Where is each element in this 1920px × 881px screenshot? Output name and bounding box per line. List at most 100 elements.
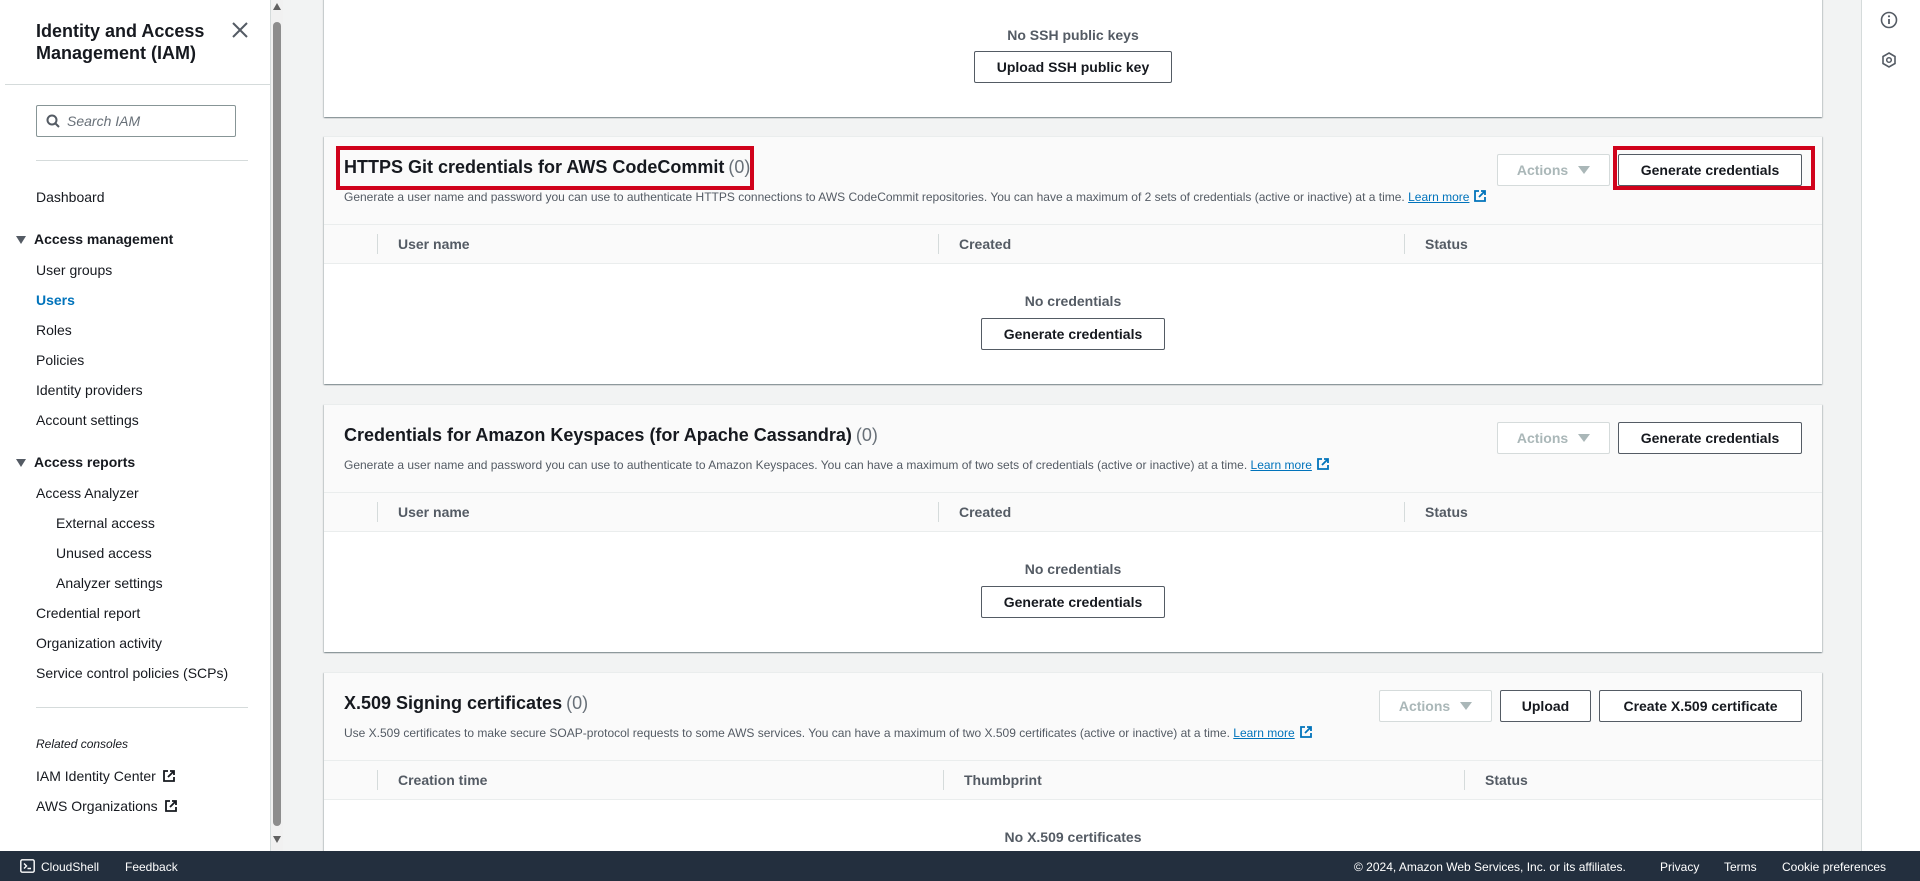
learn-more-link[interactable]: Learn more xyxy=(1408,190,1469,204)
description-text: Generate a user name and password you ca… xyxy=(344,458,1248,472)
description-text: Use X.509 certificates to make secure SO… xyxy=(344,726,1230,740)
nav-access-analyzer[interactable]: Access Analyzer xyxy=(36,485,139,501)
nav-section-label: Access reports xyxy=(34,454,136,470)
column-header[interactable]: Status xyxy=(1425,504,1468,520)
column-divider xyxy=(1404,234,1405,254)
caret-down-icon xyxy=(1578,434,1591,442)
copyright-text: © 2024, Amazon Web Services, Inc. or its… xyxy=(1354,860,1626,874)
nav-aws-organizations[interactable]: AWS Organizations xyxy=(36,798,178,814)
nav-identity-providers[interactable]: Identity providers xyxy=(36,382,143,398)
feedback-link[interactable]: Feedback xyxy=(125,860,178,874)
panel-count: (0) xyxy=(855,425,878,445)
column-divider xyxy=(1464,770,1465,790)
column-divider xyxy=(377,234,378,254)
column-header[interactable]: Created xyxy=(959,504,1011,520)
table-header: User name Created Status xyxy=(324,225,1822,264)
upload-certificate-button[interactable]: Upload xyxy=(1500,690,1591,722)
panel-title-text: X.509 Signing certificates xyxy=(344,693,563,713)
nav-external-access[interactable]: External access xyxy=(56,515,155,531)
column-divider xyxy=(943,770,944,790)
column-divider xyxy=(938,234,939,254)
nav-credential-report[interactable]: Credential report xyxy=(36,605,140,621)
nav-analyzer-settings[interactable]: Analyzer settings xyxy=(56,575,163,591)
actions-dropdown[interactable]: Actions xyxy=(1379,690,1492,722)
column-header[interactable]: Status xyxy=(1425,236,1468,252)
nav-policies[interactable]: Policies xyxy=(36,352,84,368)
column-header[interactable]: Status xyxy=(1485,772,1528,788)
nav-roles[interactable]: Roles xyxy=(36,322,72,338)
right-utility-rail xyxy=(1861,0,1920,851)
learn-more-link[interactable]: Learn more xyxy=(1233,726,1294,740)
sidebar-scrollbar[interactable] xyxy=(271,0,283,851)
settings-hexagon-icon[interactable] xyxy=(1880,51,1898,69)
generate-credentials-empty-button[interactable]: Generate credentials xyxy=(981,318,1165,350)
empty-state-text: No X.509 certificates xyxy=(1004,829,1142,845)
divider xyxy=(36,160,248,161)
search-icon xyxy=(46,114,60,128)
close-icon[interactable] xyxy=(230,20,250,40)
info-icon[interactable] xyxy=(1880,11,1898,29)
column-header[interactable]: User name xyxy=(398,236,470,252)
nav-organization-activity[interactable]: Organization activity xyxy=(36,635,162,651)
create-certificate-button[interactable]: Create X.509 certificate xyxy=(1599,690,1802,722)
actions-label: Actions xyxy=(1516,430,1569,446)
table-header: User name Created Status xyxy=(324,493,1822,532)
upload-ssh-key-button[interactable]: Upload SSH public key xyxy=(974,51,1172,83)
link-label: Learn more xyxy=(1233,726,1295,740)
nav-unused-access[interactable]: Unused access xyxy=(56,545,152,561)
ssh-keys-panel: No SSH public keys Upload SSH public key xyxy=(324,0,1822,117)
search-box[interactable] xyxy=(36,105,236,137)
nav-account-settings[interactable]: Account settings xyxy=(36,412,139,428)
nav-dashboard[interactable]: Dashboard xyxy=(36,189,105,205)
sidebar-title: Identity and Access Management (IAM) xyxy=(36,21,205,63)
column-header[interactable]: Created xyxy=(959,236,1011,252)
nav-section-access-reports[interactable]: Access reports xyxy=(16,454,135,470)
column-header[interactable]: User name xyxy=(398,504,470,520)
console-footer: CloudShell Feedback © 2024, Amazon Web S… xyxy=(0,851,1920,881)
link-label: Learn more xyxy=(1250,458,1312,472)
panel-description: Generate a user name and password you ca… xyxy=(344,189,1487,204)
panel-header: X.509 Signing certificates (0) Use X.509 … xyxy=(324,673,1822,761)
panel-count: (0) xyxy=(566,693,589,713)
scroll-up-arrow-icon[interactable] xyxy=(273,3,281,10)
scroll-thumb[interactable] xyxy=(273,22,281,826)
panel-title: X.509 Signing certificates (0) xyxy=(344,693,588,714)
caret-down-icon xyxy=(1578,166,1591,174)
highlight-box-title xyxy=(336,146,754,190)
external-link-icon[interactable] xyxy=(1299,725,1313,739)
caret-down-icon xyxy=(16,459,26,468)
generate-credentials-empty-button[interactable]: Generate credentials xyxy=(981,586,1165,618)
link-label: Learn more xyxy=(1408,190,1470,204)
privacy-link[interactable]: Privacy xyxy=(1660,860,1699,874)
sidebar: Identity and Access Management (IAM) Das… xyxy=(0,0,271,851)
nav-scps[interactable]: Service control policies (SCPs) xyxy=(36,665,228,681)
panel-description: Use X.509 certificates to make secure SO… xyxy=(344,725,1313,740)
cloudshell-link[interactable]: CloudShell xyxy=(41,860,99,874)
column-header[interactable]: Creation time xyxy=(398,772,487,788)
cloudshell-icon[interactable] xyxy=(20,859,35,873)
column-divider xyxy=(377,502,378,522)
keyspaces-credentials-panel: Credentials for Amazon Keyspaces (for Ap… xyxy=(324,404,1822,652)
actions-dropdown[interactable]: Actions xyxy=(1497,154,1610,186)
column-header[interactable]: Thumbprint xyxy=(964,772,1042,788)
cookie-preferences-link[interactable]: Cookie preferences xyxy=(1782,860,1886,874)
related-consoles-heading: Related consoles xyxy=(36,737,129,751)
scroll-down-arrow-icon[interactable] xyxy=(273,836,281,843)
empty-state-text: No credentials xyxy=(1024,561,1122,577)
external-link-icon[interactable] xyxy=(1473,189,1487,203)
panel-title-text: Credentials for Amazon Keyspaces (for Ap… xyxy=(344,425,852,445)
generate-credentials-button[interactable]: Generate credentials xyxy=(1618,422,1802,454)
external-link-icon[interactable] xyxy=(1316,457,1330,471)
search-input[interactable] xyxy=(67,110,227,132)
terms-link[interactable]: Terms xyxy=(1724,860,1757,874)
panel-description: Generate a user name and password you ca… xyxy=(344,457,1330,472)
column-divider xyxy=(938,502,939,522)
x509-certificates-panel: X.509 Signing certificates (0) Use X.509 … xyxy=(324,672,1822,851)
nav-users[interactable]: Users xyxy=(36,292,75,308)
nav-section-access-management[interactable]: Access management xyxy=(16,231,173,247)
actions-dropdown[interactable]: Actions xyxy=(1497,422,1610,454)
learn-more-link[interactable]: Learn more xyxy=(1251,458,1312,472)
external-link-icon xyxy=(162,770,175,782)
nav-user-groups[interactable]: User groups xyxy=(36,262,112,278)
nav-iam-identity-center[interactable]: IAM Identity Center xyxy=(36,768,176,784)
